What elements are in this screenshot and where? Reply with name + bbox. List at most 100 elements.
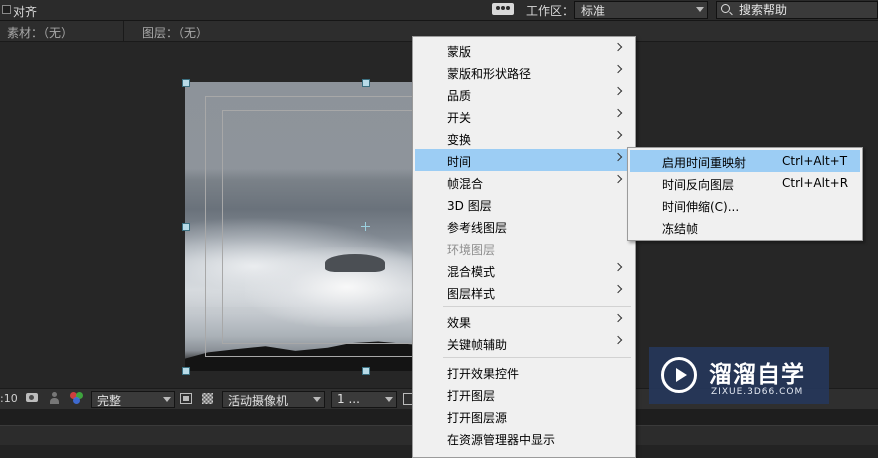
camera-snapshot-icon[interactable] (26, 393, 38, 402)
chevron-right-icon (613, 335, 623, 345)
time-submenu: 启用时间重映射 Ctrl+Alt+T 时间反向图层 Ctrl+Alt+R 时间伸… (627, 147, 863, 241)
layer-context-menu: 蒙版 蒙版和形状路径 品质 开关 变换 时间 帧混合 3D 图层 参考线图层 环… (412, 36, 636, 458)
menu-item-label: 关键帧辅助 (447, 338, 508, 352)
resolution-dropdown[interactable]: 完整 (91, 391, 175, 408)
menu-item-frame-blending[interactable]: 帧混合 (415, 171, 633, 193)
chevron-right-icon (613, 313, 623, 323)
chevron-right-icon (613, 152, 623, 162)
menu-item-label: 图层样式 (447, 287, 496, 301)
menu-item-enable-time-remapping[interactable]: 启用时间重映射 Ctrl+Alt+T (630, 150, 860, 172)
menu-item-label: 品质 (447, 89, 472, 103)
menu-item-label: 环境图层 (447, 243, 496, 257)
menu-item-open-layer[interactable]: 打开图层 (415, 383, 633, 405)
menu-separator (443, 357, 631, 358)
menu-item-label: 参考线图层 (447, 221, 508, 235)
chevron-right-icon (613, 262, 623, 272)
menu-item-effect[interactable]: 效果 (415, 310, 633, 332)
menu-item-label: 冻结帧 (662, 222, 699, 236)
tab-divider (123, 21, 124, 41)
chevron-down-icon (163, 397, 171, 402)
layer-handle-middle-left[interactable] (182, 223, 190, 231)
chevron-down-icon (385, 397, 393, 402)
menu-item-label: 打开图层源 (447, 411, 508, 425)
layer-handle-bottom-left[interactable] (182, 367, 190, 375)
search-box (716, 1, 878, 19)
watermark-url: ZIXUE.3D66.COM (711, 387, 804, 397)
layer-handle-top-left[interactable] (182, 79, 190, 87)
chevron-right-icon (613, 174, 623, 184)
menu-item-quality[interactable]: 品质 (415, 83, 633, 105)
menu-item-label: 打开图层 (447, 389, 496, 403)
top-toolbar: 对齐 工作区： 标准 (0, 0, 878, 21)
show-snapshot-icon[interactable] (50, 392, 59, 404)
menu-item-label: 时间反向图层 (662, 178, 735, 192)
blue-channel-dot (73, 397, 80, 404)
menu-item-reveal-in-explorer[interactable]: 在资源管理器中显示 (415, 427, 633, 449)
menu-item-3d-layer[interactable]: 3D 图层 (415, 193, 633, 215)
view-layout-dropdown[interactable]: 1 ... (331, 391, 397, 408)
menu-item-time[interactable]: 时间 (415, 149, 627, 171)
workspace-label: 工作区： (526, 4, 575, 18)
menu-item-label: 打开效果控件 (447, 367, 520, 381)
workspace-icon[interactable] (492, 3, 514, 15)
chevron-right-icon (613, 284, 623, 294)
tab-footage[interactable]: 素材：（无） (7, 24, 73, 41)
resolution-value: 完整 (97, 394, 122, 408)
menu-item-open-layer-source[interactable]: 打开图层源 (415, 405, 633, 427)
menu-item-mask[interactable]: 蒙版 (415, 39, 633, 61)
chevron-right-icon (613, 108, 623, 118)
chevron-right-icon (613, 130, 623, 140)
menu-item-mask-and-shape-path[interactable]: 蒙版和形状路径 (415, 61, 633, 83)
menu-item-label: 蒙版 (447, 45, 472, 59)
workspace-icon-dot (501, 6, 505, 10)
menu-item-label: 时间 (447, 155, 472, 169)
menu-item-label: 时间伸缩(C)... (662, 200, 740, 214)
menu-item-open-effect-controls[interactable]: 打开效果控件 (415, 361, 633, 383)
menu-item-label: 效果 (447, 316, 472, 330)
menu-item-environment-layer: 环境图层 (415, 237, 633, 259)
layer-handle-bottom-center[interactable] (362, 367, 370, 375)
workspace-select-value: 标准 (581, 4, 606, 18)
active-camera-value: 活动摄像机 (228, 394, 289, 408)
workspace-select[interactable]: 标准 (574, 1, 708, 19)
chevron-right-icon (613, 86, 623, 96)
menu-item-freeze-frame[interactable]: 冻结帧 (630, 216, 860, 238)
menu-separator (443, 306, 631, 307)
align-checkbox[interactable] (2, 5, 11, 14)
menu-item-label: 帧混合 (447, 177, 484, 191)
menu-item-layer-styles[interactable]: 图层样式 (415, 281, 633, 303)
search-help-input[interactable] (739, 2, 873, 18)
menu-item-keyframe-assistant[interactable]: 关键帧辅助 (415, 332, 633, 354)
search-icon (721, 4, 730, 13)
menu-item-label: 启用时间重映射 (662, 156, 747, 170)
menu-item-label: 开关 (447, 111, 472, 125)
menu-item-blending-mode[interactable]: 混合模式 (415, 259, 633, 281)
menu-item-guide-layer[interactable]: 参考线图层 (415, 215, 633, 237)
rgb-channel-icon[interactable] (70, 392, 84, 405)
active-camera-dropdown[interactable]: 活动摄像机 (222, 391, 325, 408)
menu-item-label: 在资源管理器中显示 (447, 433, 556, 447)
chevron-right-icon (613, 42, 623, 52)
menu-item-label: 变换 (447, 133, 472, 147)
region-of-interest-icon[interactable] (180, 393, 192, 404)
align-label: 对齐 (13, 5, 38, 19)
transparency-grid-icon[interactable] (202, 393, 213, 404)
title-safe-guide (222, 110, 414, 344)
play-logo-icon (661, 357, 697, 393)
anchor-point-icon[interactable] (361, 222, 370, 231)
layer-handle-top-center[interactable] (362, 79, 370, 87)
watermark-title: 溜溜自学 (709, 362, 805, 388)
menu-item-transform[interactable]: 变换 (415, 127, 633, 149)
menu-item-label: 3D 图层 (447, 199, 492, 213)
menu-item-shortcut: Ctrl+Alt+T (782, 154, 848, 168)
workspace-icon-dot (496, 6, 500, 10)
menu-item-label: 蒙版和形状路径 (447, 67, 532, 81)
menu-item-time-stretch[interactable]: 时间伸缩(C)... (630, 194, 860, 216)
menu-item-time-reverse-layer[interactable]: 时间反向图层 Ctrl+Alt+R (630, 172, 860, 194)
tab-layer[interactable]: 图层：（无） (142, 24, 208, 41)
menu-item-switches[interactable]: 开关 (415, 105, 633, 127)
current-time-display[interactable]: :10 (0, 392, 18, 405)
chevron-down-icon (313, 397, 321, 402)
view-layout-value: 1 ... (337, 392, 360, 406)
chevron-right-icon (613, 64, 623, 74)
